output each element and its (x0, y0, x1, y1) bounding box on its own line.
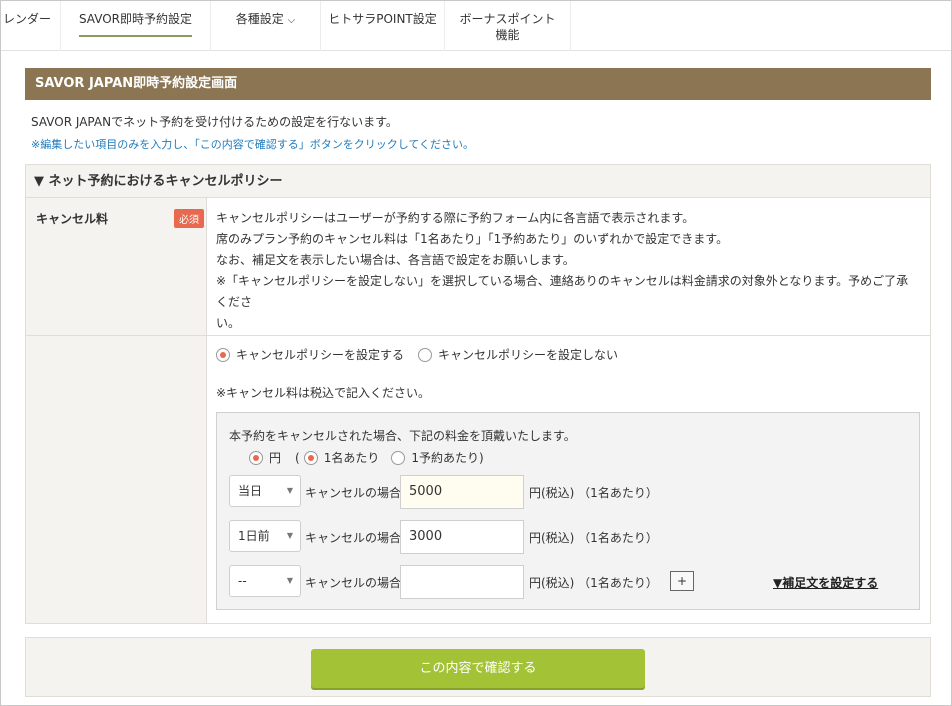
box-intro-text: 本予約をキャンセルされた場合、下記の料金を頂戴いたします。 (229, 429, 576, 443)
radio-label[interactable]: 円 (269, 449, 281, 466)
timing-select[interactable]: -- ▼ (229, 565, 301, 597)
field-label: キャンセル料 (36, 212, 109, 226)
nav-label: レンダー (3, 12, 52, 26)
description-line: なお、補足文を表示したい場合は、各言語で設定をお願いします。 (216, 253, 575, 267)
fee-row: -- ▼ キャンセルの場合 円(税込) （1名あたり） + ▼補足文を設定する (229, 565, 909, 599)
fee-settings-box: 本予約をキャンセルされた場合、下記の料金を頂戴いたします。 円 ( 1名あたり … (216, 412, 920, 610)
paren-open: ( (295, 450, 300, 465)
fee-label: キャンセルの場合 (305, 486, 402, 500)
unit-radio-group: 円 ( 1名あたり 1予約あたり ) (249, 449, 484, 466)
settings-panel: SAVOR JAPAN即時予約設定画面 SAVOR JAPANでネット予約を受け… (25, 68, 931, 633)
radio-yen[interactable] (249, 450, 263, 465)
radio-label[interactable]: 1名あたり (324, 449, 380, 466)
page-title: SAVOR JAPAN即時予約設定画面 (25, 68, 931, 100)
description-text: キャンセルポリシーはユーザーが予約する際に予約フォーム内に各言語で表示されます。… (216, 208, 916, 334)
radio-label[interactable]: キャンセルポリシーを設定しない (438, 346, 618, 363)
fee-row: 当日 ▼ キャンセルの場合 5000 円(税込) （1名あたり） (229, 475, 909, 509)
description-line: ※「キャンセルポリシーを設定しない」を選択している場合、連絡ありのキャンセルは料… (216, 274, 909, 309)
supplement-link[interactable]: ▼補足文を設定する (773, 574, 878, 591)
nav-item-point-settings[interactable]: ヒトサラPOINT設定 (321, 1, 445, 51)
nav-label: SAVOR即時予約設定 (78, 11, 193, 37)
fee-unit: 円(税込) （1名あたり） (529, 486, 658, 500)
nav-item-savor-settings[interactable]: SAVOR即時予約設定 (61, 1, 211, 51)
radio-no-policy[interactable] (418, 347, 433, 362)
chevron-down-icon: ⌵ (287, 15, 296, 26)
select-value: -- (238, 574, 247, 588)
policy-radio-group: キャンセルポリシーを設定する キャンセルポリシーを設定しない (216, 346, 618, 363)
nav-item-settings[interactable]: 各種設定 ⌵ (211, 1, 321, 51)
nav-label: ボーナスポイント (459, 12, 556, 26)
fee-label: キャンセルの場合 (305, 531, 402, 545)
description-line: キャンセルポリシーはユーザーが予約する際に予約フォーム内に各言語で表示されます。 (216, 211, 695, 225)
select-value: 1日前 (238, 529, 270, 543)
radio-label[interactable]: キャンセルポリシーを設定する (236, 346, 404, 363)
fee-unit: 円(税込) （1名あたり） (529, 531, 658, 545)
cancel-policy-section: ▼ ネット予約におけるキャンセルポリシー キャンセル料 必須 キャンセルポリシー… (25, 164, 931, 624)
empty-label-cell (26, 336, 207, 623)
timing-select[interactable]: 1日前 ▼ (229, 520, 301, 552)
fee-amount-input[interactable]: 5000 (400, 475, 524, 509)
description-line: い。 (216, 316, 241, 330)
fee-unit: 円(税込) （1名あたり） (529, 576, 658, 590)
nav-label: ヒトサラPOINT設定 (328, 12, 437, 26)
field-label-cell: キャンセル料 必須 (26, 198, 207, 335)
nav-label-line2: 機能 (495, 28, 520, 42)
nav-item-calendar[interactable]: レンダー (1, 1, 61, 51)
dropdown-arrow-icon: ▼ (286, 531, 293, 540)
radio-label[interactable]: 1予約あたり (411, 449, 479, 466)
nav-label: 各種設定 (235, 12, 284, 26)
intro-text: SAVOR JAPANでネット予約を受け付けるための設定を行ないます。 (31, 115, 398, 129)
tax-note: ※キャンセル料は税込で記入ください。 (216, 386, 431, 400)
radio-per-reservation[interactable] (391, 450, 406, 465)
app-window: レンダー SAVOR即時予約設定 各種設定 ⌵ ヒトサラPOINT設定 ボーナス… (0, 0, 952, 706)
instruction-text: ※編集したい項目のみを入力し、「この内容で確認する」ボタンをクリックしてください… (31, 138, 475, 151)
cancel-fee-description-row: キャンセル料 必須 キャンセルポリシーはユーザーが予約する際に予約フォーム内に各… (26, 198, 930, 336)
description-line: 席のみプラン予約のキャンセル料は「1名あたり」「1予約あたり」のいずれかで設定で… (216, 232, 729, 246)
cancel-fee-settings-row: キャンセルポリシーを設定する キャンセルポリシーを設定しない ※キャンセル料は税… (26, 336, 930, 623)
paren-close: ) (478, 450, 484, 465)
fee-row: 1日前 ▼ キャンセルの場合 3000 円(税込) （1名あたり） (229, 520, 909, 554)
timing-select[interactable]: 当日 ▼ (229, 475, 301, 507)
fee-amount-input[interactable] (400, 565, 524, 599)
footer-bar: この内容で確認する (25, 637, 931, 697)
select-value: 当日 (238, 484, 263, 498)
dropdown-arrow-icon: ▼ (286, 576, 293, 585)
top-navigation: レンダー SAVOR即時予約設定 各種設定 ⌵ ヒトサラPOINT設定 ボーナス… (1, 1, 951, 51)
add-fee-button[interactable]: + (670, 571, 694, 591)
confirm-button[interactable]: この内容で確認する (311, 649, 645, 688)
required-badge: 必須 (174, 209, 204, 228)
fee-label: キャンセルの場合 (305, 576, 402, 590)
radio-per-person[interactable] (303, 450, 318, 465)
fee-amount-input[interactable]: 3000 (400, 520, 524, 554)
dropdown-arrow-icon: ▼ (286, 486, 293, 495)
section-title[interactable]: ▼ ネット予約におけるキャンセルポリシー (26, 165, 930, 198)
radio-set-policy[interactable] (216, 347, 230, 362)
nav-item-bonus-point[interactable]: ボーナスポイント 機能 (445, 1, 571, 51)
